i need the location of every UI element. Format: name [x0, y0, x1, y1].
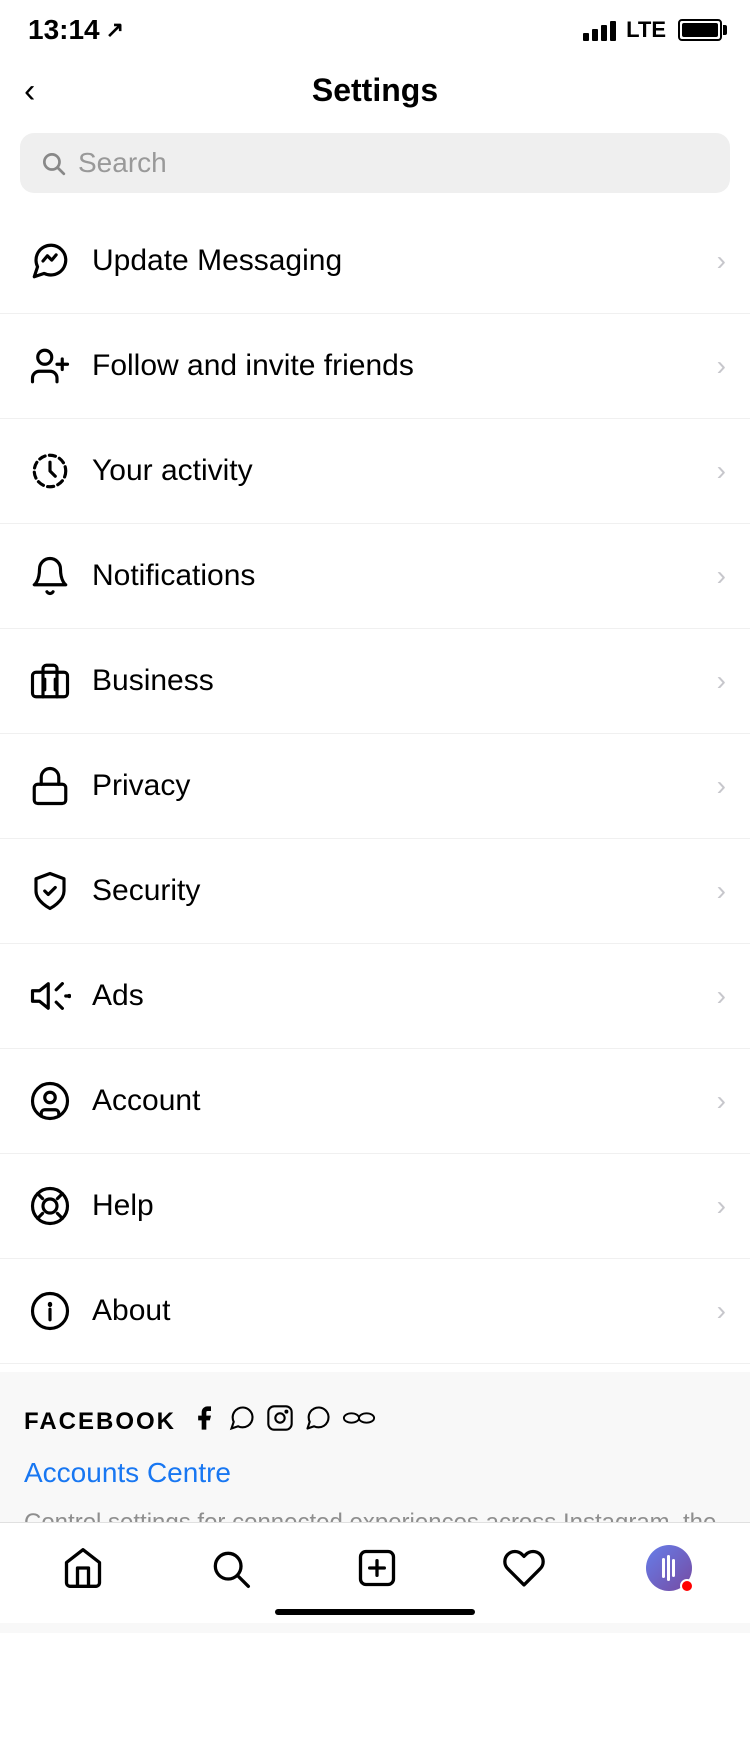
nav-home[interactable] — [58, 1543, 108, 1593]
menu-item-account[interactable]: Account › — [0, 1049, 750, 1154]
nav-search[interactable] — [205, 1543, 255, 1593]
meta-icon — [342, 1404, 376, 1439]
facebook-icon — [190, 1404, 218, 1439]
page-title: Settings — [312, 72, 438, 109]
menu-label-help: Help — [92, 1189, 717, 1223]
battery-icon — [678, 19, 722, 41]
activity-icon — [24, 445, 76, 497]
page-content: Search Update Messaging › — [0, 129, 750, 1753]
menu-label-ads: Ads — [92, 979, 717, 1013]
avatar — [646, 1545, 692, 1591]
menu-item-security[interactable]: Security › — [0, 839, 750, 944]
menu-item-about[interactable]: About › — [0, 1259, 750, 1364]
back-button[interactable]: ‹ — [24, 74, 35, 108]
status-right: LTE — [583, 17, 722, 43]
menu-item-business[interactable]: Business › — [0, 629, 750, 734]
search-nav-icon — [205, 1543, 255, 1593]
chevron-right-icon: › — [717, 1295, 726, 1327]
menu-label-update-messaging: Update Messaging — [92, 244, 717, 278]
menu-label-follow-invite: Follow and invite friends — [92, 349, 717, 383]
chevron-right-icon: › — [717, 980, 726, 1012]
status-bar: 13:14 ↗ LTE — [0, 0, 750, 56]
facebook-header: FACEBOOK — [24, 1404, 726, 1439]
search-placeholder: Search — [78, 147, 167, 179]
location-icon: ↗ — [106, 17, 124, 43]
account-icon — [24, 1075, 76, 1127]
chevron-right-icon: › — [717, 770, 726, 802]
search-box[interactable]: Search — [20, 133, 730, 193]
search-icon — [40, 150, 66, 176]
help-icon — [24, 1180, 76, 1232]
chevron-right-icon: › — [717, 1190, 726, 1222]
chevron-right-icon: › — [717, 455, 726, 487]
chevron-right-icon: › — [717, 560, 726, 592]
home-icon — [58, 1543, 108, 1593]
shield-icon — [24, 865, 76, 917]
menu-item-ads[interactable]: Ads › — [0, 944, 750, 1049]
menu-item-your-activity[interactable]: Your activity › — [0, 419, 750, 524]
search-container: Search — [0, 129, 750, 209]
facebook-label: FACEBOOK — [24, 1408, 176, 1436]
menu-label-privacy: Privacy — [92, 769, 717, 803]
nav-activity[interactable] — [499, 1543, 549, 1593]
add-icon — [352, 1543, 402, 1593]
info-icon — [24, 1285, 76, 1337]
signal-bars-icon — [583, 19, 616, 41]
notification-dot — [680, 1579, 694, 1593]
bottom-nav — [0, 1522, 750, 1623]
facebook-brand-icons — [190, 1404, 376, 1439]
ads-icon — [24, 970, 76, 1022]
business-icon — [24, 655, 76, 707]
chevron-right-icon: › — [717, 245, 726, 277]
menu-label-notifications: Notifications — [92, 559, 717, 593]
chevron-right-icon: › — [717, 350, 726, 382]
menu-item-notifications[interactable]: Notifications › — [0, 524, 750, 629]
menu-item-help[interactable]: Help › — [0, 1154, 750, 1259]
menu-label-account: Account — [92, 1084, 717, 1118]
add-person-icon — [24, 340, 76, 392]
whatsapp-icon — [304, 1404, 332, 1439]
menu-label-your-activity: Your activity — [92, 454, 717, 488]
menu-label-business: Business — [92, 664, 717, 698]
messenger-brand-icon — [228, 1404, 256, 1439]
menu-label-security: Security — [92, 874, 717, 908]
accounts-centre-link[interactable]: Accounts Centre — [24, 1457, 726, 1489]
instagram-icon — [266, 1404, 294, 1439]
menu-item-privacy[interactable]: Privacy › — [0, 734, 750, 839]
bell-icon — [24, 550, 76, 602]
menu-item-update-messaging[interactable]: Update Messaging › — [0, 209, 750, 314]
lte-label: LTE — [626, 17, 666, 43]
menu-list: Update Messaging › Follow and invite fri… — [0, 209, 750, 1364]
messenger-icon — [24, 235, 76, 287]
menu-item-follow-invite[interactable]: Follow and invite friends › — [0, 314, 750, 419]
header: ‹ Settings — [0, 56, 750, 129]
nav-profile[interactable] — [646, 1545, 692, 1591]
status-time: 13:14 ↗ — [28, 14, 124, 46]
chevron-right-icon: › — [717, 1085, 726, 1117]
menu-label-about: About — [92, 1294, 717, 1328]
chevron-right-icon: › — [717, 665, 726, 697]
lock-icon — [24, 760, 76, 812]
heart-icon — [499, 1543, 549, 1593]
chevron-right-icon: › — [717, 875, 726, 907]
nav-add[interactable] — [352, 1543, 402, 1593]
